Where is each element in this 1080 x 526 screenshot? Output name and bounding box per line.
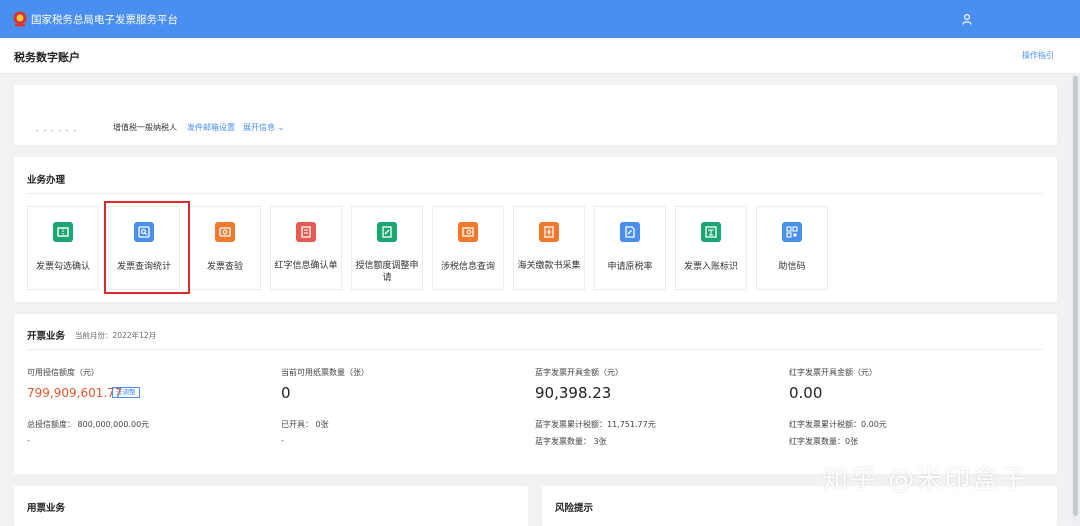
business-tile[interactable]: 海关缴款书采集 [513,206,585,290]
expand-info-link[interactable]: 展开信息 ⌄ [243,122,284,133]
business-tile-label: 红字信息确认单 [274,261,338,271]
credit-dash: - [27,436,30,445]
red-count: 红字发票数量：0张 [789,437,859,446]
credit-available-value: 799,909,601.77 [27,386,123,400]
tax-emblem-icon [13,11,27,27]
top-bar: 国家税务总局电子发票服务平台 [0,0,1080,38]
ticket-icon [53,222,73,242]
usage-section-title: 用票业务 [27,503,66,514]
paper-available-label: 当前可用纸票数量（张） [281,368,369,377]
red-amount-value: 0.00 [789,384,823,402]
qr-code-icon [782,222,802,242]
divider [27,193,1043,194]
business-tile[interactable]: 涉税信息查询 [432,206,504,290]
paper-dash: - [281,436,284,445]
credit-available-label: 可用授信额度（元） [27,368,99,377]
app-title: 国家税务总局电子发票服务平台 [31,14,178,26]
business-tile-label: 涉税信息查询 [440,262,495,272]
business-tile-label: 申请原税率 [607,262,653,272]
red-amount-label: 红字发票开具金额（元） [789,368,877,377]
business-tile-label: 海关缴款书采集 [517,261,581,271]
red-tax: 红字发票累计税额：0.00元 [789,420,887,429]
tax-search-icon [458,222,478,242]
invoice-check-icon [215,222,235,242]
business-tile-label: 发票勾选确认 [35,262,90,272]
email-settings-link[interactable]: 发件邮箱设置 [187,122,235,133]
credit-total: 总授信额度： 800,000,000.00元 [27,420,150,429]
blue-amount-label: 蓝字发票开具金额（元） [535,368,623,377]
usage-card [14,486,528,526]
guide-link[interactable]: 操作指引 [1022,50,1054,61]
scrollbar-thumb[interactable] [1073,76,1078,516]
apply-rate-icon [620,222,640,242]
business-tile[interactable]: 发票勾选确认 [27,206,99,290]
paper-available-value: 0 [281,384,291,402]
risk-section-title: 风险提示 [555,503,594,514]
divider [27,349,1043,350]
highlight-box [104,201,190,294]
business-tile-label: 发票入账标识 [683,262,738,272]
business-tile[interactable]: 发票查验 [189,206,261,290]
taxpayer-type: 增值税一般纳税人 [113,123,177,132]
issuance-section-title: 开票业务 [27,331,66,342]
taxpayer-name: - - - - - - [36,126,78,135]
business-tile[interactable]: 授信额度调整申请 [351,206,423,290]
adjust-button[interactable]: 去调整 [112,387,140,398]
paper-issued: 已开具： 0张 [281,420,329,429]
account-card [14,85,1057,145]
blue-count: 蓝字发票数量： 3张 [535,437,607,446]
current-month: 当前月份：2022年12月 [75,331,157,340]
credit-edit-icon [377,222,397,242]
business-tile[interactable]: 申请原税率 [594,206,666,290]
page-title: 税务数字账户 [14,51,80,64]
watermark: 知乎 @米印盒子 [822,465,1029,495]
page-header: 税务数字账户 操作指引 [0,38,1080,74]
user-icon[interactable] [962,14,972,25]
business-section-title: 业务办理 [27,175,66,186]
red-doc-icon [296,222,316,242]
business-tile-label: 助信码 [778,262,806,272]
business-tile[interactable]: 助信码 [756,206,828,290]
customs-icon [539,222,559,242]
business-tile[interactable]: 发票入账标识 [675,206,747,290]
business-tile-label: 发票查验 [206,262,243,272]
ledger-mark-icon [701,222,721,242]
blue-tax: 蓝字发票累计税额：11,751.77元 [535,420,656,429]
business-tile[interactable]: 红字信息确认单 [270,206,342,290]
blue-amount-value: 90,398.23 [535,384,612,402]
business-tile-label: 授信额度调整申请 [355,261,419,283]
